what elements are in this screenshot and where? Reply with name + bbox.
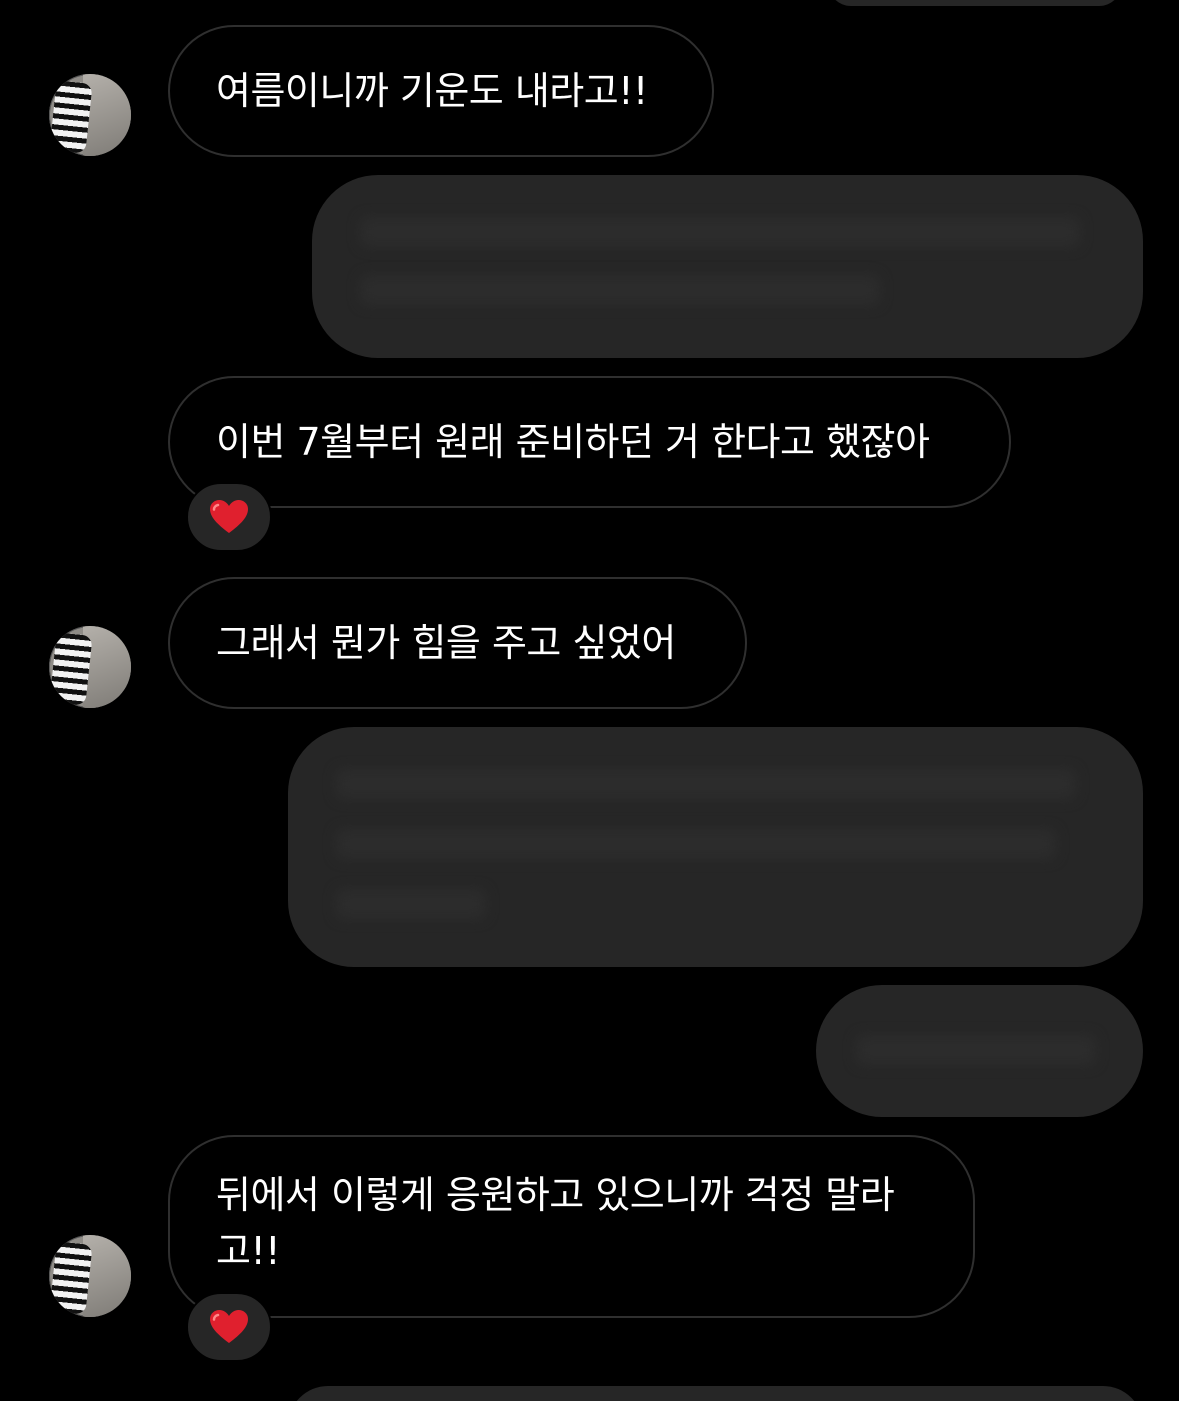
avatar-image bbox=[83, 626, 131, 708]
heart-reaction-badge[interactable] bbox=[186, 1292, 272, 1362]
outgoing-message-bubble[interactable] bbox=[312, 175, 1143, 358]
blurred-text bbox=[336, 769, 1076, 799]
incoming-message-bubble[interactable]: 뒤에서 이렇게 응원하고 있으니까 걱정 말라 고!! bbox=[168, 1135, 975, 1318]
chat-screen: 여름이니까 기운도 내라고!! 이번 7월부터 원래 준비하던 거 한다고 했잖… bbox=[0, 0, 1179, 1401]
message-text: 뒤에서 이렇게 응원하고 있으니까 걱정 말라 고!! bbox=[216, 1173, 895, 1273]
avatar[interactable] bbox=[49, 74, 131, 156]
heart-emoji-icon bbox=[209, 1309, 249, 1345]
avatar-image-stripes bbox=[49, 632, 93, 706]
avatar[interactable] bbox=[49, 1235, 131, 1317]
message-text: 여름이니까 기운도 내라고!! bbox=[216, 69, 648, 113]
blurred-text bbox=[336, 829, 1056, 859]
incoming-message-bubble[interactable]: 여름이니까 기운도 내라고!! bbox=[168, 25, 714, 157]
blurred-text bbox=[360, 217, 1080, 247]
incoming-message-bubble[interactable]: 그래서 뭔가 힘을 주고 싶었어 bbox=[168, 577, 747, 709]
blurred-text bbox=[360, 275, 880, 305]
heart-reaction-badge[interactable] bbox=[186, 482, 272, 552]
blurred-text bbox=[336, 889, 486, 919]
blurred-text bbox=[856, 1035, 1096, 1065]
avatar-image-stripes bbox=[49, 80, 93, 154]
outgoing-message-bubble[interactable] bbox=[288, 1386, 1143, 1401]
message-text: 그래서 뭔가 힘을 주고 싶었어 bbox=[216, 621, 676, 665]
incoming-message-bubble[interactable]: 이번 7월부터 원래 준비하던 거 한다고 했잖아 bbox=[168, 376, 1011, 508]
heart-emoji-icon bbox=[209, 499, 249, 535]
outgoing-message-bubble[interactable] bbox=[288, 727, 1143, 967]
outgoing-message-bubble[interactable] bbox=[828, 0, 1122, 6]
avatar-image bbox=[83, 1235, 131, 1317]
avatar[interactable] bbox=[49, 626, 131, 708]
avatar-image-stripes bbox=[49, 1241, 93, 1315]
outgoing-message-bubble[interactable] bbox=[816, 985, 1143, 1117]
message-text: 이번 7월부터 원래 준비하던 거 한다고 했잖아 bbox=[216, 420, 930, 464]
avatar-image bbox=[83, 74, 131, 156]
